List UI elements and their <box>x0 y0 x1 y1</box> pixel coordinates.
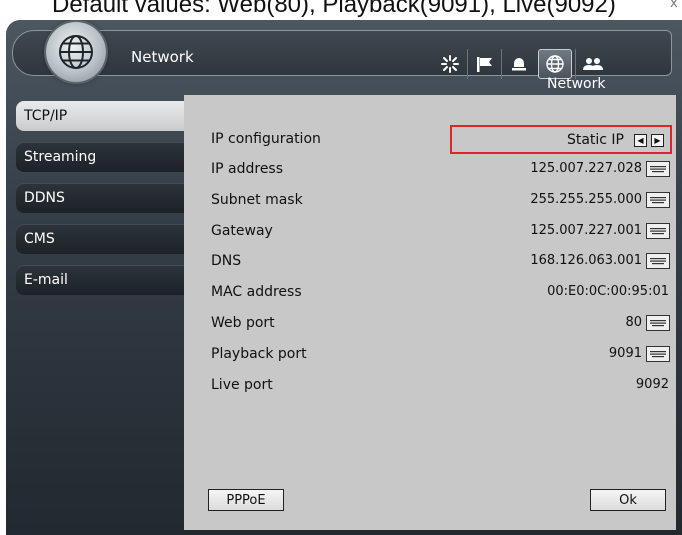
subnet-mask-row: Subnet mask 255.255.255.000 <box>184 189 676 213</box>
globe-icon <box>59 35 93 69</box>
title-bar: Network <box>12 30 672 79</box>
tab-ddns[interactable]: DDNS <box>16 183 186 213</box>
arrow-left-icon[interactable]: ◀ <box>634 134 647 147</box>
keyboard-icon[interactable] <box>646 223 670 239</box>
dns-row: DNS 168.126.063.001 <box>184 250 676 274</box>
keyboard-icon[interactable] <box>646 315 670 331</box>
keyboard-icon[interactable] <box>646 161 670 177</box>
web-port-row: Web port 80 <box>184 312 676 336</box>
mac-address-value: 00:E0:0C:00:95:01 <box>547 284 669 299</box>
ip-configuration-selector[interactable]: Static IP ◀ ▶ <box>450 125 672 154</box>
gateway-row: Gateway 125.007.227.001 <box>184 220 676 244</box>
ip-configuration-value: Static IP <box>566 132 624 148</box>
ok-button[interactable]: Ok <box>590 489 666 511</box>
web-port-value: 80 <box>625 315 642 330</box>
tcp-ip-panel: IP configuration Static IP ◀ ▶ IP addres… <box>184 95 676 530</box>
live-port-value: 9092 <box>635 377 669 392</box>
dns-label: DNS <box>211 253 242 269</box>
tab-cms[interactable]: CMS <box>16 224 186 254</box>
close-icon[interactable]: x <box>670 0 678 11</box>
settings-icon[interactable] <box>433 49 467 79</box>
gateway-label: Gateway <box>211 223 273 239</box>
subnet-mask-label: Subnet mask <box>211 192 303 208</box>
ip-address-label: IP address <box>211 161 284 177</box>
playback-port-row: Playback port 9091 <box>184 343 676 367</box>
tab-tcp-ip[interactable]: TCP/IP <box>16 101 184 131</box>
keyboard-icon[interactable] <box>646 192 670 208</box>
settings-tabs: TCP/IP Streaming DDNS CMS E-mail <box>16 101 186 306</box>
caption-text: Default values: Web(80), Playback(9091),… <box>52 0 616 18</box>
web-port-label: Web port <box>211 315 275 331</box>
gateway-value: 125.007.227.001 <box>530 223 642 238</box>
window-title: Network <box>131 48 194 66</box>
subnet-mask-value: 255.255.255.000 <box>530 192 642 207</box>
network-logo <box>46 22 106 82</box>
mac-address-row: MAC address 00:E0:0C:00:95:01 <box>184 281 676 305</box>
keyboard-icon[interactable] <box>646 346 670 362</box>
mac-address-label: MAC address <box>211 284 302 300</box>
users-icon[interactable] <box>575 49 609 79</box>
ip-address-row: IP address 125.007.227.028 <box>184 158 676 182</box>
keyboard-icon[interactable] <box>646 253 670 269</box>
flag-icon[interactable] <box>467 49 501 79</box>
playback-port-value: 9091 <box>608 346 642 361</box>
alarm-bell-icon[interactable] <box>501 49 535 79</box>
arrow-right-icon[interactable]: ▶ <box>651 134 664 147</box>
tab-email[interactable]: E-mail <box>16 265 186 295</box>
dns-value: 168.126.063.001 <box>530 253 642 268</box>
network-globe-icon[interactable] <box>538 49 572 79</box>
live-port-label: Live port <box>211 377 273 393</box>
network-settings-window: Network Network TCP/IP Streaming DDNS CM… <box>6 20 682 535</box>
tab-streaming[interactable]: Streaming <box>16 142 186 172</box>
ip-configuration-label: IP configuration <box>211 131 321 147</box>
playback-port-label: Playback port <box>211 346 307 362</box>
ip-address-value: 125.007.227.028 <box>530 161 642 176</box>
pppoe-button[interactable]: PPPoE <box>208 489 284 511</box>
live-port-row: Live port 9092 <box>184 374 676 398</box>
section-title: Network <box>547 76 606 92</box>
